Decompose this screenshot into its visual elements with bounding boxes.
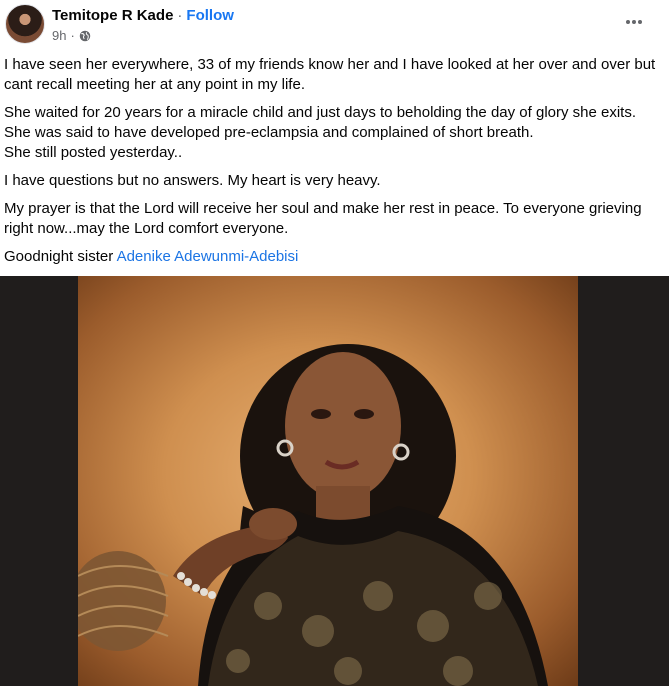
post-text: I have seen her everywhere, 33 of my fri… [4,55,656,275]
paragraph-2-line-2: She was said to have developed pre-eclam… [4,124,534,141]
post-photo[interactable] [78,276,578,686]
more-horizontal-icon [626,20,642,24]
mention-link[interactable]: Adenike Adewunmi-Adebisi [117,248,299,265]
post-meta: 9h · [52,28,91,43]
paragraph-2-line-1: She waited for 20 years for a miracle ch… [4,104,637,121]
paragraph-1: I have seen her everywhere, 33 of my fri… [4,56,656,93]
paragraph-5: Goodnight sister Adenike Adewunmi-Adebis… [4,247,656,267]
closing-text: Goodnight sister [4,248,117,265]
author-name[interactable]: Temitope R Kade [52,7,173,24]
paragraph-2: She waited for 20 years for a miracle ch… [4,103,656,163]
more-options-button[interactable] [623,11,645,33]
post-time[interactable]: 9h [52,28,66,43]
paragraph-2-line-3: She still posted yesterday.. [4,144,183,161]
portrait-illustration [78,344,548,686]
author-avatar[interactable] [5,4,45,44]
paragraph-4: My prayer is that the Lord will receive … [4,200,642,237]
author-line: Temitope R Kade · Follow [52,7,234,24]
paragraph-3: I have questions but no answers. My hear… [4,172,381,189]
separator-dot: · [177,7,183,24]
separator-dot: · [70,28,75,43]
post-photo-container[interactable] [0,276,669,686]
follow-button[interactable]: Follow [186,7,234,24]
post-header: Temitope R Kade · Follow 9h · [0,0,669,52]
globe-icon[interactable] [79,30,91,42]
